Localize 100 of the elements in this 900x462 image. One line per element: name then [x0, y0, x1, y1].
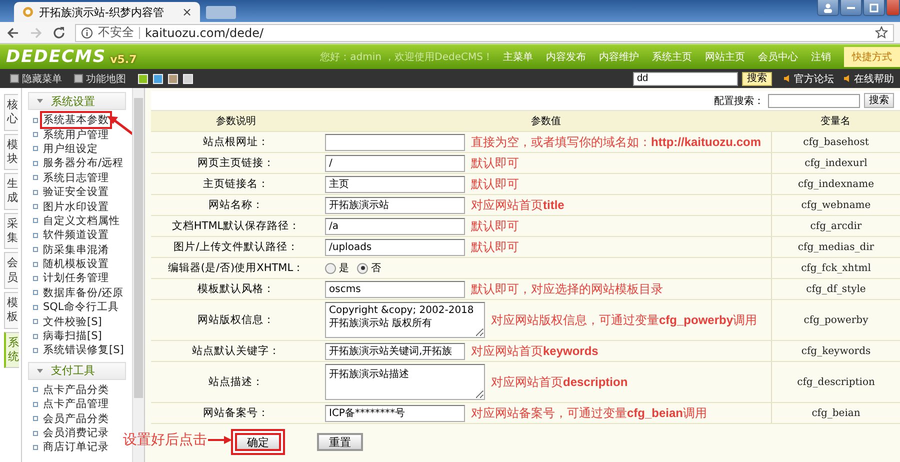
- side-tab[interactable]: 核心: [4, 94, 18, 131]
- scrollbar-thumb[interactable]: [134, 98, 143, 398]
- text-field[interactable]: oscms: [325, 280, 465, 298]
- variable-name: cfg_medias_dir: [771, 237, 900, 257]
- side-tab[interactable]: 系统: [4, 332, 19, 368]
- text-field[interactable]: [325, 134, 465, 150]
- side-tab[interactable]: 采集: [4, 212, 18, 250]
- bullet-icon: [33, 334, 38, 339]
- theme-swatch[interactable]: [168, 74, 178, 84]
- bullet-icon: [33, 444, 38, 450]
- bullet-icon: [33, 416, 38, 422]
- variable-name: cfg_fck_xhtml: [771, 258, 900, 278]
- toolbar-link[interactable]: 隐藏菜单: [22, 72, 62, 86]
- form-label: 图片/上传文件默认路径：: [172, 240, 300, 255]
- address-bar[interactable]: 不安全 kaituozu.com/dede/: [75, 24, 894, 42]
- toolbar-link[interactable]: 官方论坛: [794, 72, 834, 86]
- menu-item[interactable]: 系统用户管理: [42, 128, 110, 142]
- variable-name: cfg_indexname: [771, 174, 900, 194]
- bullet-icon: [33, 190, 38, 195]
- tab-close-button[interactable]: ×: [182, 5, 192, 19]
- menu-item[interactable]: 随机模板设置: [42, 257, 110, 272]
- menu-item[interactable]: 商店订单记录: [42, 440, 110, 454]
- menu-item[interactable]: SQL命令行工具: [42, 300, 120, 314]
- form-label: 文档HTML默认保存路径：: [170, 219, 302, 234]
- menu-item[interactable]: 自定义文档属性: [42, 214, 121, 228]
- theme-swatch[interactable]: [153, 74, 163, 84]
- side-tab[interactable]: 生成: [4, 173, 18, 210]
- variable-name: cfg_arcdir: [771, 216, 900, 236]
- menu-item[interactable]: 系统日志管理: [42, 170, 110, 185]
- search-button[interactable]: 搜索: [864, 93, 894, 108]
- search-button[interactable]: 搜索: [742, 72, 772, 86]
- version-label: v5.7: [110, 53, 137, 66]
- form-button[interactable]: 重置: [317, 433, 363, 451]
- menu-item[interactable]: 点卡产品分类: [42, 382, 110, 397]
- config-search-field[interactable]: [768, 94, 860, 108]
- bullet-icon: [33, 247, 38, 252]
- column-header: 变量名: [820, 114, 852, 128]
- speaker-icon: [784, 75, 791, 82]
- search-label: 配置搜索：: [714, 94, 764, 108]
- toolbar-link[interactable]: 功能地图: [86, 72, 126, 86]
- bullet-icon: [33, 319, 38, 324]
- menu-item[interactable]: 数据库备份/还原: [42, 286, 125, 300]
- star-icon[interactable]: [875, 26, 888, 39]
- side-tab[interactable]: 模块: [4, 134, 18, 170]
- side-tab[interactable]: 模板: [4, 292, 18, 329]
- text-area[interactable]: 开拓族演示站描述: [325, 364, 485, 400]
- logo: DEDECMS: [6, 47, 106, 67]
- side-tab[interactable]: 会员: [4, 252, 18, 289]
- text-field[interactable]: 开拓族演示站关键词,开拓族: [325, 342, 465, 360]
- search-field[interactable]: dd: [633, 72, 738, 86]
- text-field[interactable]: /a: [325, 218, 465, 234]
- menu-item[interactable]: 图片水印设置: [42, 200, 110, 214]
- form-label: 网站版权信息：: [196, 313, 276, 328]
- text-field[interactable]: 主页: [325, 176, 465, 192]
- variable-name: cfg_powerby: [771, 300, 900, 340]
- menu-item[interactable]: 验证安全设置: [42, 185, 110, 200]
- back-icon[interactable]: [6, 26, 20, 40]
- text-field[interactable]: 开拓族演示站: [325, 196, 465, 214]
- menu-item[interactable]: 会员产品分类: [42, 412, 110, 426]
- menu-item[interactable]: 文件校验[S]: [42, 314, 103, 329]
- site-icon: [22, 6, 34, 18]
- radio-option[interactable]: 是: [325, 261, 349, 275]
- menu-item[interactable]: 防采集串混淆: [42, 242, 110, 257]
- annotation-note: 默认即可: [471, 239, 519, 255]
- menu-item[interactable]: 系统基本参数: [40, 111, 112, 130]
- theme-swatch[interactable]: [138, 74, 148, 84]
- menu-square-icon: [10, 74, 19, 83]
- profile-button[interactable]: [817, 0, 839, 16]
- bullet-icon: [33, 160, 38, 166]
- menu-item[interactable]: 软件频道设置: [42, 228, 110, 242]
- text-field[interactable]: /: [325, 154, 465, 172]
- toolbar-link[interactable]: 在线帮助: [854, 72, 894, 86]
- person-icon: [823, 2, 833, 12]
- menu-item[interactable]: 点卡产品管理: [42, 397, 110, 412]
- variable-name: cfg_webname: [771, 195, 900, 215]
- maximize-button[interactable]: [863, 0, 885, 16]
- menu-square-icon: [74, 74, 83, 83]
- bullet-icon: [33, 262, 38, 267]
- info-icon: [81, 26, 93, 38]
- text-field[interactable]: /uploads: [325, 238, 465, 256]
- radio-option[interactable]: 否: [357, 261, 381, 275]
- bullet-icon: [33, 118, 38, 123]
- menu-item[interactable]: 服务器分布/远程: [42, 156, 125, 170]
- variable-name: cfg_beian: [771, 403, 900, 423]
- menu-item[interactable]: 用户组设定: [42, 142, 99, 156]
- bullet-icon: [33, 348, 38, 353]
- minimize-button[interactable]: [840, 0, 862, 16]
- menu-item[interactable]: 系统错误修复[S]: [42, 343, 125, 358]
- text-field[interactable]: ICP备********号: [325, 404, 465, 422]
- caret-icon: [37, 368, 43, 373]
- menu-item[interactable]: 病毒扫描[S]: [42, 329, 103, 344]
- menu-item[interactable]: 计划任务管理: [42, 271, 110, 286]
- theme-swatch[interactable]: [183, 74, 193, 84]
- menu-group-header[interactable]: 系统设置: [28, 92, 126, 110]
- form-label: 站点根网址：: [202, 135, 270, 150]
- menu-item[interactable]: 会员消费记录: [42, 426, 110, 440]
- text-area[interactable]: Copyright &copy; 2002-2018 开拓族演示站 版权所有: [325, 302, 485, 338]
- menu-group-header[interactable]: 支付工具: [28, 362, 126, 380]
- reload-icon[interactable]: [52, 26, 66, 40]
- browser-tab[interactable]: 开拓族演示站-织梦内容管 ×: [14, 2, 200, 22]
